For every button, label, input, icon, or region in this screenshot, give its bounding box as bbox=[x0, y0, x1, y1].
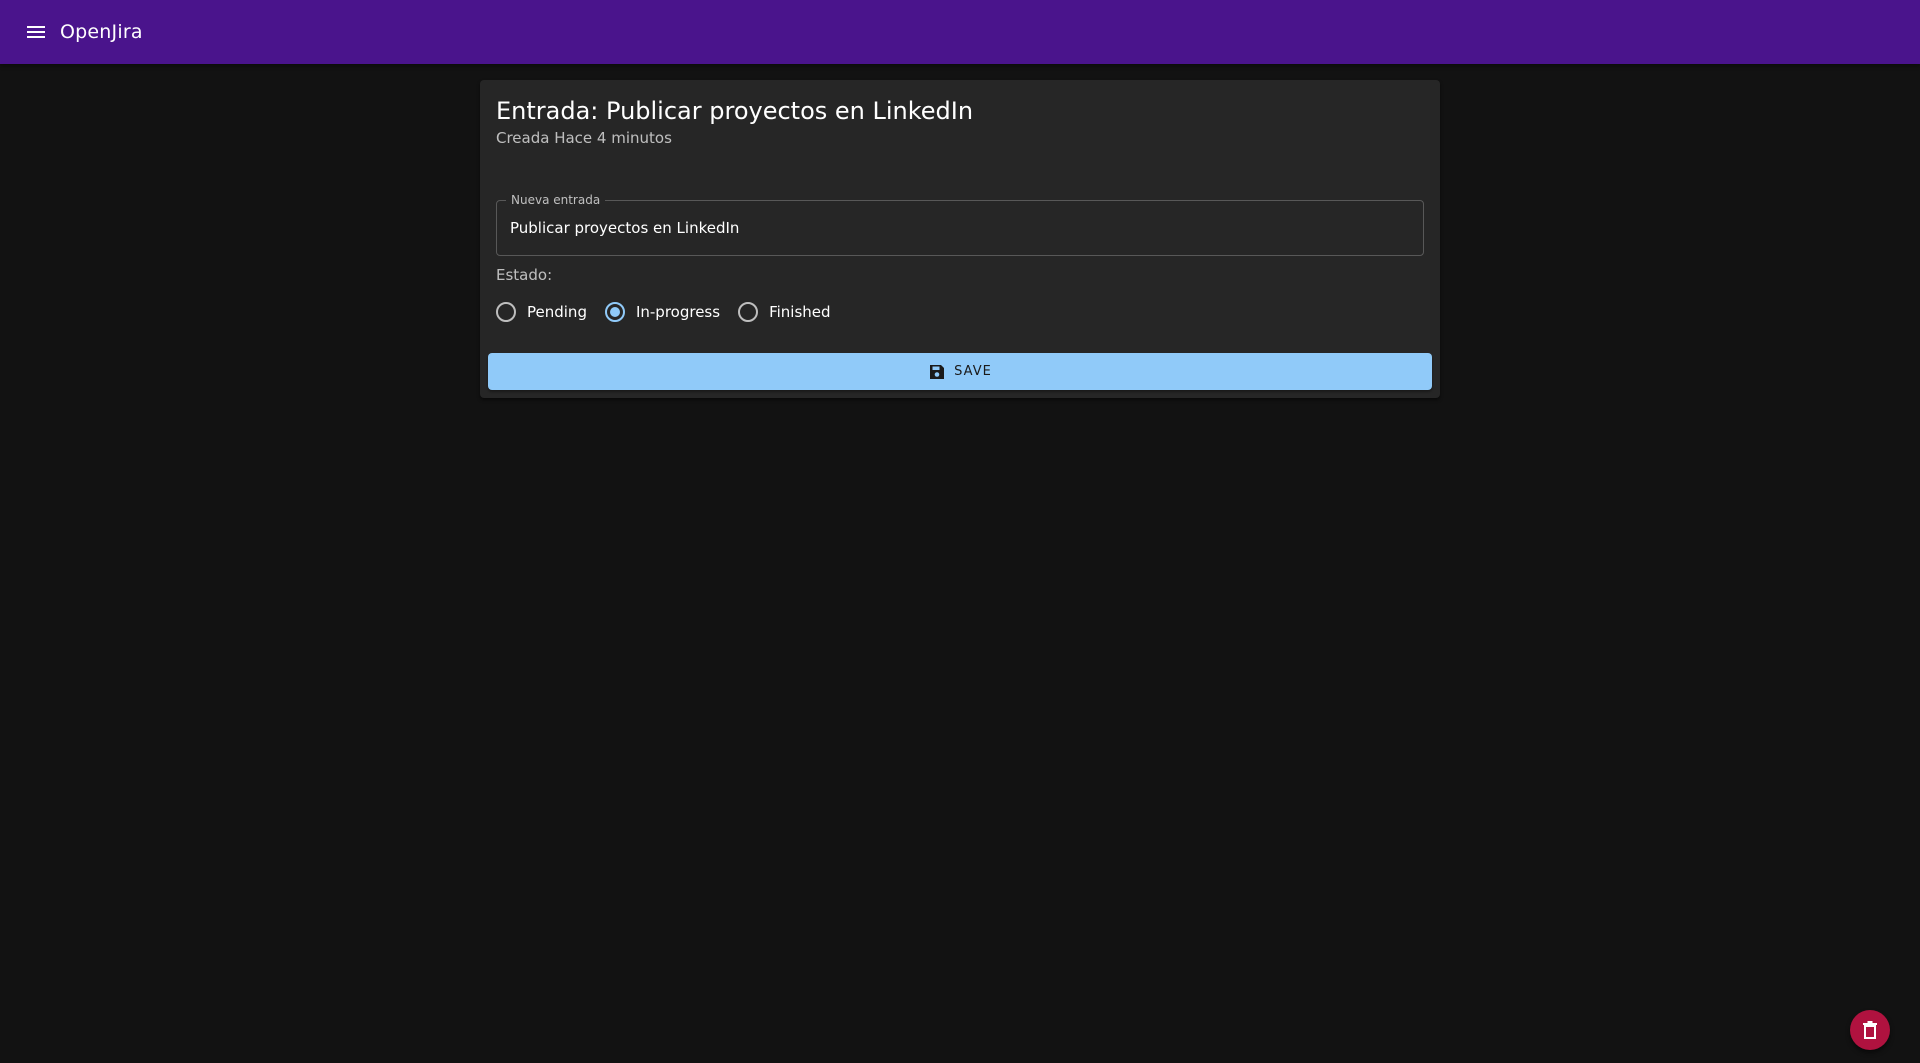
status-option-finished[interactable]: Finished bbox=[738, 302, 831, 322]
menu-icon bbox=[27, 26, 45, 38]
status-radio-group: Pending In-progress Finished bbox=[496, 293, 849, 331]
save-button[interactable]: Save bbox=[488, 353, 1432, 390]
menu-button[interactable] bbox=[24, 20, 48, 44]
status-label: Estado: bbox=[496, 266, 553, 284]
save-label: Save bbox=[954, 364, 992, 379]
status-option-label: Pending bbox=[527, 303, 587, 321]
entry-input[interactable] bbox=[510, 201, 1406, 255]
status-option-label: Finished bbox=[769, 303, 831, 321]
entry-title: Entrada: Publicar proyectos en LinkedIn bbox=[496, 97, 974, 125]
status-option-label: In-progress bbox=[635, 303, 721, 321]
app-bar: OpenJira bbox=[0, 0, 1920, 64]
entry-created-time: Creada Hace 4 minutos bbox=[496, 129, 672, 147]
radio-unchecked-icon[interactable] bbox=[738, 302, 759, 322]
entry-card: Entrada: Publicar proyectos en LinkedIn … bbox=[480, 80, 1440, 398]
radio-dot bbox=[609, 307, 620, 317]
entry-text-field: Nueva entrada bbox=[496, 193, 1424, 256]
app-title[interactable]: OpenJira bbox=[60, 21, 143, 43]
delete-button[interactable] bbox=[1850, 1010, 1890, 1050]
radio-unchecked-icon[interactable] bbox=[496, 302, 516, 322]
status-option-pending[interactable]: Pending bbox=[496, 302, 587, 322]
status-option-in-progress[interactable]: In-progress bbox=[604, 302, 721, 322]
trash-icon bbox=[1863, 1021, 1877, 1039]
radio-checked-icon[interactable] bbox=[604, 302, 625, 322]
save-icon bbox=[928, 363, 946, 381]
